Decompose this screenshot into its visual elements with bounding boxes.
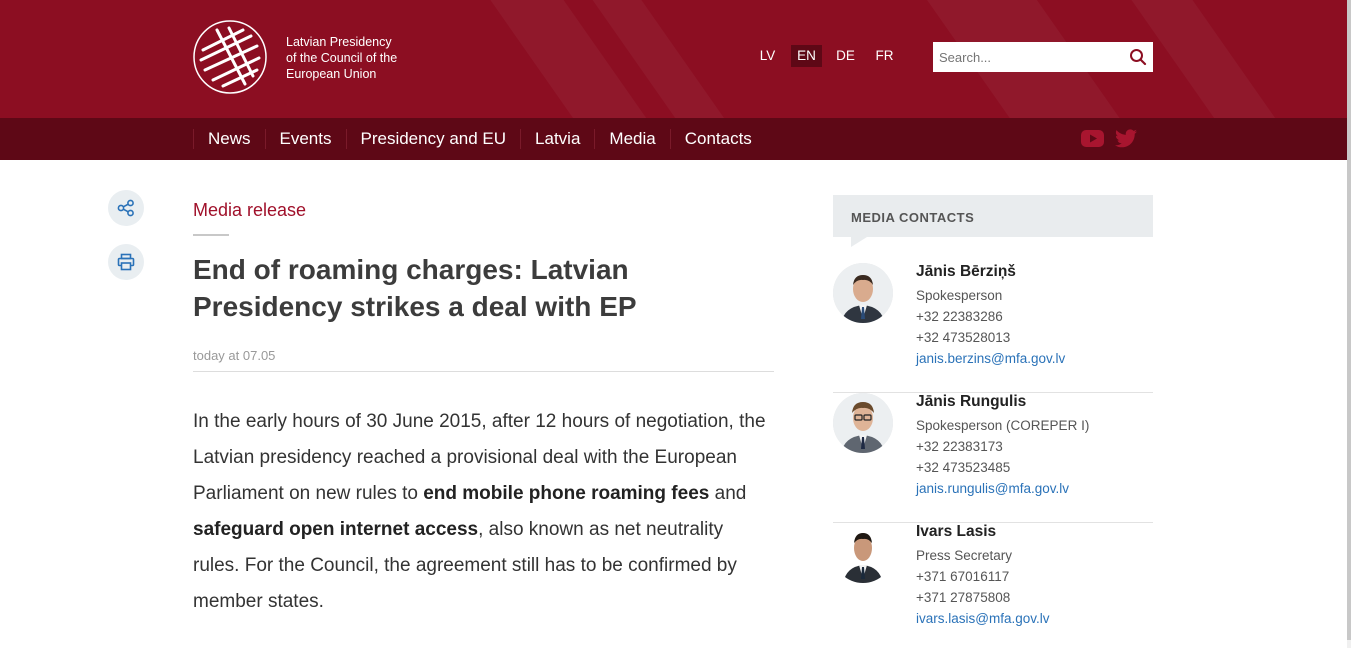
contact-role: Spokesperson bbox=[916, 288, 1003, 303]
contact-phone: +32 22383286 bbox=[916, 309, 1003, 324]
brand-line-3: European Union bbox=[286, 67, 377, 81]
share-icon bbox=[117, 199, 134, 217]
avatar bbox=[833, 263, 893, 323]
nav-presidency-and-eu[interactable]: Presidency and EU bbox=[345, 129, 521, 149]
contact-phone: +371 67016117 bbox=[916, 569, 1010, 584]
date-divider bbox=[193, 371, 774, 372]
contact-mobile: +371 27875808 bbox=[916, 590, 1011, 605]
lang-en[interactable]: EN bbox=[791, 45, 822, 67]
contact-email-link[interactable]: janis.rungulis@mfa.gov.lv bbox=[916, 481, 1069, 496]
lang-fr[interactable]: FR bbox=[869, 45, 900, 67]
lead-highlight: end mobile phone roaming fees bbox=[423, 483, 710, 504]
media-contacts-pointer bbox=[851, 237, 867, 247]
page-scrollbar[interactable] bbox=[1347, 0, 1351, 648]
share-button[interactable] bbox=[108, 190, 144, 226]
avatar bbox=[833, 523, 893, 583]
nav-media[interactable]: Media bbox=[594, 129, 669, 149]
nav-latvia[interactable]: Latvia bbox=[520, 129, 594, 149]
search-input[interactable] bbox=[933, 42, 1123, 72]
brand-line-1: Latvian Presidency bbox=[286, 35, 392, 49]
article-category: Media release bbox=[193, 200, 307, 220]
contact-card: Jānis Bērziņš Spokesperson +32 22383286 … bbox=[833, 263, 1153, 393]
main-nav: News Events Presidency and EU Latvia Med… bbox=[0, 118, 1351, 160]
category-divider bbox=[193, 234, 229, 236]
lead-text: and bbox=[709, 483, 747, 504]
language-switcher: LV EN DE FR bbox=[752, 45, 908, 67]
twitter-icon[interactable] bbox=[1115, 129, 1137, 148]
contact-email-link[interactable]: ivars.lasis@mfa.gov.lv bbox=[916, 611, 1049, 626]
lang-lv[interactable]: LV bbox=[752, 45, 783, 67]
brand-line-2: of the Council of the bbox=[286, 51, 398, 65]
contact-role: Spokesperson (COREPER I) bbox=[916, 418, 1090, 433]
lead-highlight: safeguard open internet access bbox=[193, 519, 479, 540]
nav-news[interactable]: News bbox=[193, 129, 265, 149]
print-icon bbox=[117, 253, 135, 271]
nav-contacts[interactable]: Contacts bbox=[669, 129, 766, 149]
scrollbar-thumb[interactable] bbox=[1347, 0, 1351, 640]
print-button[interactable] bbox=[108, 244, 144, 280]
contact-name: Jānis Bērziņš bbox=[916, 263, 1016, 280]
contact-card: Ivars Lasis Press Secretary +371 6701611… bbox=[833, 523, 1153, 648]
avatar bbox=[833, 393, 893, 453]
search-box bbox=[933, 42, 1153, 72]
article-lead: In the early hours of 30 June 2015, afte… bbox=[193, 404, 774, 620]
contact-email-link[interactable]: janis.berzins@mfa.gov.lv bbox=[916, 351, 1065, 366]
contact-mobile: +32 473528013 bbox=[916, 330, 1011, 345]
contact-role: Press Secretary bbox=[916, 548, 1013, 563]
media-contacts-heading: MEDIA CONTACTS bbox=[851, 210, 975, 225]
search-icon[interactable] bbox=[1129, 48, 1147, 66]
presidency-logo[interactable] bbox=[193, 20, 267, 94]
contact-phone: +32 22383173 bbox=[916, 439, 1003, 454]
contact-card: Jānis Rungulis Spokesperson (COREPER I) … bbox=[833, 393, 1153, 523]
article-date: today at 07.05 bbox=[193, 348, 276, 363]
media-contacts-header: MEDIA CONTACTS bbox=[833, 195, 1153, 237]
contact-name: Jānis Rungulis bbox=[916, 393, 1027, 410]
presidency-name[interactable]: Latvian Presidency of the Council of the… bbox=[286, 34, 436, 82]
article-title: End of roaming charges: Latvian Presiden… bbox=[193, 254, 637, 322]
contact-mobile: +32 473523485 bbox=[916, 460, 1011, 475]
contact-name: Ivars Lasis bbox=[916, 523, 997, 540]
lang-de[interactable]: DE bbox=[830, 45, 861, 67]
youtube-icon[interactable] bbox=[1081, 130, 1104, 147]
nav-events[interactable]: Events bbox=[264, 129, 346, 149]
